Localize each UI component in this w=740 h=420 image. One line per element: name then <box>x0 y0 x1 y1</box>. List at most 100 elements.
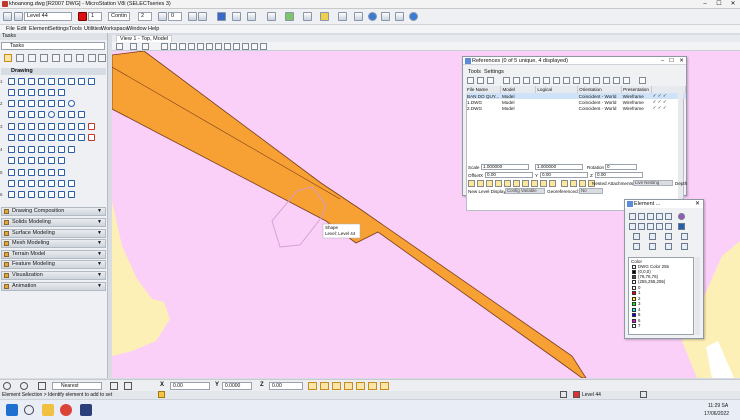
element-panel-close-button[interactable]: ✕ <box>695 200 700 207</box>
delete-vertex-icon[interactable] <box>88 123 95 130</box>
place-cell-icon[interactable] <box>8 191 15 198</box>
enter-data-field-icon[interactable] <box>48 157 55 164</box>
menu-window[interactable]: Window <box>127 25 147 33</box>
copy-view-icon[interactable] <box>233 43 240 50</box>
make-direct-attachment-icon[interactable] <box>603 77 610 84</box>
global-line-style-icon[interactable] <box>570 180 577 187</box>
copy-icon[interactable] <box>18 134 25 141</box>
help-icon[interactable] <box>409 12 418 21</box>
mirror-reference-icon[interactable] <box>543 77 550 84</box>
move-reference-icon[interactable] <box>513 77 520 84</box>
copy-data-field-icon[interactable] <box>58 157 65 164</box>
place-shape-icon[interactable] <box>647 213 654 220</box>
line-style-icon[interactable] <box>633 243 640 250</box>
task-group-terrain-model[interactable]: Terrain Model ▼ <box>1 250 106 259</box>
accudraw-icon[interactable] <box>247 12 256 21</box>
snap-intersection-icon[interactable] <box>332 382 341 390</box>
smartline-icon[interactable] <box>285 12 294 21</box>
line-style-combo[interactable]: Contin <box>108 12 130 21</box>
tasks-combo[interactable]: Tasks <box>1 42 105 50</box>
level-icon[interactable] <box>681 233 688 240</box>
dimension-angle-icon[interactable] <box>28 180 35 187</box>
color-palette-icon[interactable] <box>678 213 685 220</box>
manipulate-fence-icon[interactable] <box>38 169 45 176</box>
snap-check-icon[interactable]: ✓ <box>658 99 662 104</box>
display-check-icon[interactable]: ✓ <box>653 99 657 104</box>
fence-stretch-icon[interactable] <box>48 169 55 176</box>
snap-midpoint-icon[interactable] <box>320 382 329 390</box>
element-count-icon[interactable] <box>640 391 647 398</box>
use-lights-icon[interactable] <box>540 180 547 187</box>
snap-keypoint-icon[interactable] <box>308 382 317 390</box>
reference-icon[interactable] <box>381 12 390 21</box>
place-line-icon[interactable] <box>18 78 25 85</box>
dimension-linear-icon[interactable] <box>18 180 25 187</box>
pattern-area-icon[interactable] <box>68 191 75 198</box>
raster-icon[interactable] <box>395 12 404 21</box>
place-half-ellipse-icon[interactable] <box>68 111 75 118</box>
place-regular-polygon-icon[interactable] <box>38 111 45 118</box>
modify-element-icon[interactable] <box>656 223 663 230</box>
snap-origin-icon[interactable] <box>356 382 365 390</box>
measure-length-icon[interactable] <box>38 100 45 107</box>
task-group-surface-modeling[interactable]: Surface Modeling ▼ <box>1 229 106 238</box>
crosshatch-area-icon[interactable] <box>58 191 65 198</box>
locate-check-icon[interactable]: ✓ <box>663 105 667 110</box>
measure-radius-icon[interactable] <box>18 100 25 107</box>
task-group-mesh-modeling[interactable]: Mesh Modeling ▼ <box>1 239 106 248</box>
y-value-field[interactable]: 0.0000 <box>222 382 252 390</box>
align-edges-icon[interactable] <box>78 134 85 141</box>
references-menu-settings[interactable]: Settings <box>484 69 504 75</box>
maximize-button[interactable]: ☐ <box>712 0 726 9</box>
windows-start-icon[interactable] <box>6 404 18 416</box>
compass-icon[interactable] <box>68 100 75 107</box>
color-option[interactable]: 3 <box>632 301 640 306</box>
scale-field-b[interactable]: 1.000000 <box>535 164 583 170</box>
scale-line-styles-icon[interactable] <box>561 180 568 187</box>
view-next-icon[interactable] <box>224 43 231 50</box>
references-scrollbar[interactable] <box>678 86 683 211</box>
update-view-icon[interactable] <box>142 43 149 50</box>
menu-workspace[interactable]: Workspace <box>101 25 128 33</box>
clip-boundary-icon[interactable] <box>553 77 560 84</box>
raster-toggle-icon[interactable] <box>495 180 502 187</box>
snap-options-icon[interactable] <box>38 382 46 390</box>
locate-check-icon[interactable]: ✓ <box>663 99 667 104</box>
dimension-tool-icon[interactable] <box>52 54 60 62</box>
ignore-update-icon[interactable] <box>522 180 529 187</box>
fence-icon[interactable] <box>665 233 672 240</box>
references-menu-tools[interactable]: Tools <box>468 69 481 75</box>
dimension-ordinate-icon[interactable] <box>48 180 55 187</box>
task-group-drawing-composition[interactable]: Drawing Composition ▼ <box>1 207 106 216</box>
mirror-icon[interactable] <box>58 134 65 141</box>
exchange-reference-icon[interactable] <box>503 77 510 84</box>
rotation-field[interactable]: 0 <box>605 164 637 170</box>
dimension-element-icon[interactable] <box>8 180 15 187</box>
dimension-icon[interactable] <box>354 12 363 21</box>
place-circle-icon[interactable] <box>656 213 663 220</box>
x-value-field[interactable]: 0.00 <box>170 382 210 390</box>
define-cell-origin-icon[interactable] <box>28 191 35 198</box>
scale-icon[interactable] <box>38 134 45 141</box>
measure-volume-icon[interactable] <box>58 100 65 107</box>
clip-front-icon[interactable] <box>583 77 590 84</box>
construct-bisector-icon[interactable] <box>78 78 85 85</box>
element-selection-icon[interactable] <box>4 54 12 62</box>
column-file-name[interactable]: File Name <box>466 86 502 93</box>
layer-icon[interactable] <box>681 243 688 250</box>
move-icon[interactable] <box>629 223 636 230</box>
place-orthogonal-shape-icon[interactable] <box>28 111 35 118</box>
view-display-style-icon[interactable] <box>130 43 137 50</box>
detach-reference-icon[interactable] <box>477 77 484 84</box>
clip-volume-icon[interactable] <box>242 43 249 50</box>
place-text-tool-icon[interactable] <box>8 146 15 153</box>
match-text-icon[interactable] <box>58 146 65 153</box>
construct-tangent-icon[interactable] <box>88 78 95 85</box>
create-complex-chain-icon[interactable] <box>8 123 15 130</box>
place-curve-icon[interactable] <box>18 89 25 96</box>
place-helix-icon[interactable] <box>28 89 35 96</box>
task-group-animation[interactable]: Animation ▼ <box>1 282 106 291</box>
taskbar-time[interactable]: 11:29 SA <box>708 403 728 409</box>
references-minimize-button[interactable]: – <box>658 57 667 65</box>
color-option[interactable]: (255,255,255) <box>632 279 665 284</box>
